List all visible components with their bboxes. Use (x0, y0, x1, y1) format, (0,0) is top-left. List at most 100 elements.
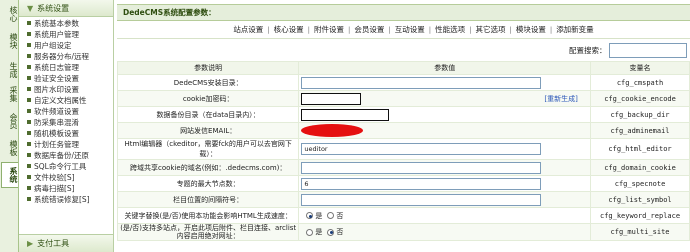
vtab-6[interactable]: 系统 (1, 162, 18, 188)
vtab-1[interactable]: 模块 (1, 28, 18, 54)
row-value-cell: 6 (298, 175, 592, 192)
bullet-icon (27, 197, 31, 201)
row-varname: cfg_html_editor (590, 138, 690, 160)
menu-item[interactable]: 计划任务管理 (19, 139, 113, 150)
table-row: (是/否)支持多站点，开启此项后附件、栏目连接、arclist内容启用绝对网址：… (116, 223, 690, 241)
regenerate-link[interactable]: [重新生成] (544, 95, 577, 103)
row-varname: cfg_cmspath (590, 74, 690, 91)
menu-item[interactable]: 软件频道设置 (19, 106, 113, 117)
menu-item-label: 系统日志管理 (34, 63, 79, 72)
row-varname: cfg_domain_cookie (590, 159, 690, 176)
tab-7[interactable]: 模块设置 (516, 25, 546, 34)
vtab-5[interactable]: 模板 (1, 138, 18, 158)
menu-item[interactable]: 系统用户管理 (19, 29, 113, 40)
value-input[interactable] (301, 193, 542, 206)
row-label: 数据备份目录（在data目录内）： (116, 106, 300, 123)
tab-separator: | (428, 26, 432, 34)
menu-item[interactable]: 服务器分布/远程 (19, 51, 113, 62)
vtab-3[interactable]: 采集 (1, 84, 18, 104)
table-row: Html编辑器（ckeditor，需要fck的用户可以去官网下载）： uedito… (116, 138, 690, 160)
vtab-2[interactable]: 生成 (1, 60, 18, 80)
bullet-icon (27, 87, 31, 91)
menu-list: 系统基本参数 系统用户管理 用户组设定 服务器分布/远程 系统日志管理 验证安全设置 图片水… (19, 17, 113, 205)
tab-5[interactable]: 性能选项 (435, 25, 465, 34)
row-value-cell (298, 74, 592, 91)
menu-item-label: 自定义文档属性 (34, 96, 87, 105)
table-row: DedeCMS安装目录： cfg_cmspath (116, 74, 690, 91)
table-row: 关键字替换(是/否)使用本功能会影响HTML生成速度：是否 cfg_keyword… (116, 207, 690, 224)
bullet-icon (27, 43, 31, 47)
triangle-right-icon: ▶ (27, 239, 34, 248)
value-input[interactable]: ueditor (301, 143, 542, 155)
menu-item-label: 文件校验[S] (34, 173, 75, 182)
row-value-cell: 是否 (298, 223, 592, 241)
menu-item-label: 系统错误修复[S] (34, 195, 90, 204)
main-panel: DedeCMS系统配置参数： 站点设置 | 核心设置 | 附件设置 | 会员设置 | 互动设置 |… (116, 0, 690, 252)
radio-label: 是 (315, 228, 323, 236)
menu-item[interactable]: 系统错误修复[S] (19, 194, 113, 205)
column-header-varname: 变量名 (590, 61, 690, 75)
bullet-icon (27, 32, 31, 36)
app-root: 核心模块生成采集会员模板系统 ▼ 系统设置 系统基本参数 系统用户管理 用户组设定 服务… (0, 0, 690, 252)
vtab-0[interactable]: 核心 (1, 4, 18, 24)
triangle-down-icon: ▼ (27, 4, 34, 13)
row-varname: cfg_specnote (590, 175, 690, 192)
menu-item-label: 服务器分布/远程 (34, 52, 90, 61)
menu-item[interactable]: 系统日志管理 (19, 62, 113, 73)
tab-1[interactable]: 核心设置 (274, 25, 304, 34)
tab-separator: | (469, 26, 472, 34)
radio-button[interactable] (306, 228, 314, 236)
radio-button[interactable] (306, 212, 314, 219)
row-value-cell (298, 191, 592, 208)
tab-4[interactable]: 互动设置 (395, 25, 425, 34)
menu-item[interactable]: 随机模板设置 (19, 128, 113, 139)
row-value-cell (298, 122, 592, 139)
value-input[interactable]: 6 (301, 177, 542, 190)
row-value-cell: 是否 (298, 207, 592, 224)
tab-3[interactable]: 会员设置 (354, 25, 384, 34)
bullet-icon (27, 175, 31, 179)
tab-separator: | (307, 26, 311, 34)
bullet-icon (27, 76, 31, 80)
bullet-icon (27, 65, 31, 69)
table-row: cookie加密码： [重新生成] cfg_cookie_encode (116, 90, 690, 107)
menu-item[interactable]: 数据库备份/还原 (19, 150, 113, 161)
tab-2[interactable]: 附件设置 (314, 25, 344, 34)
menu-header[interactable]: ▼ 系统设置 (19, 0, 113, 17)
radio-button[interactable] (327, 212, 335, 219)
bullet-icon (27, 120, 31, 124)
value-input[interactable] (301, 76, 542, 89)
menu-item[interactable]: 用户组设定 (19, 40, 113, 51)
tab-8[interactable]: 添加新变量 (556, 25, 594, 34)
row-varname: cfg_keyword_replace (590, 207, 690, 224)
menu-item[interactable]: SQL命令行工具 (19, 161, 113, 172)
row-value-cell (298, 106, 592, 123)
search-input[interactable] (609, 43, 687, 58)
menu-item-label: 验证安全设置 (34, 74, 79, 83)
vertical-tab-strip: 核心模块生成采集会员模板系统 (0, 0, 19, 252)
menu-item[interactable]: 图片水印设置 (19, 84, 113, 95)
row-label: (是/否)支持多站点，开启此项后附件、栏目连接、arclist内容启用绝对网址： (116, 223, 300, 241)
menu-item[interactable]: 文件校验[S] (19, 172, 113, 183)
menu-footer-label: 支付工具 (37, 239, 70, 248)
tab-0[interactable]: 站点设置 (233, 25, 263, 34)
row-label: 跨域共享cookie的域名(例如：.dedecms.com)： (116, 159, 300, 176)
radio-label: 是 (315, 211, 323, 220)
tab-separator: | (267, 26, 270, 34)
tab-6[interactable]: 其它选项 (475, 25, 505, 34)
menu-footer[interactable]: ▶ 支付工具 (19, 234, 113, 252)
menu-item[interactable]: 验证安全设置 (19, 73, 113, 84)
value-input[interactable] (301, 92, 362, 105)
row-label: Html编辑器（ckeditor，需要fck的用户可以去官网下载）： (116, 138, 300, 160)
row-label: 关键字替换(是/否)使用本功能会影响HTML生成速度： (116, 207, 300, 224)
tab-separator: | (388, 26, 391, 34)
menu-item[interactable]: 系统基本参数 (19, 18, 113, 29)
menu-item[interactable]: 病毒扫描[S] (19, 183, 113, 194)
value-input[interactable] (301, 108, 390, 121)
vtab-4[interactable]: 会员 (1, 108, 18, 134)
row-value-cell (298, 159, 592, 176)
menu-item[interactable]: 自定义文档属性 (19, 95, 113, 106)
value-input[interactable] (301, 161, 542, 174)
menu-item[interactable]: 防采集串混淆 (19, 117, 113, 128)
radio-button[interactable] (327, 228, 335, 236)
